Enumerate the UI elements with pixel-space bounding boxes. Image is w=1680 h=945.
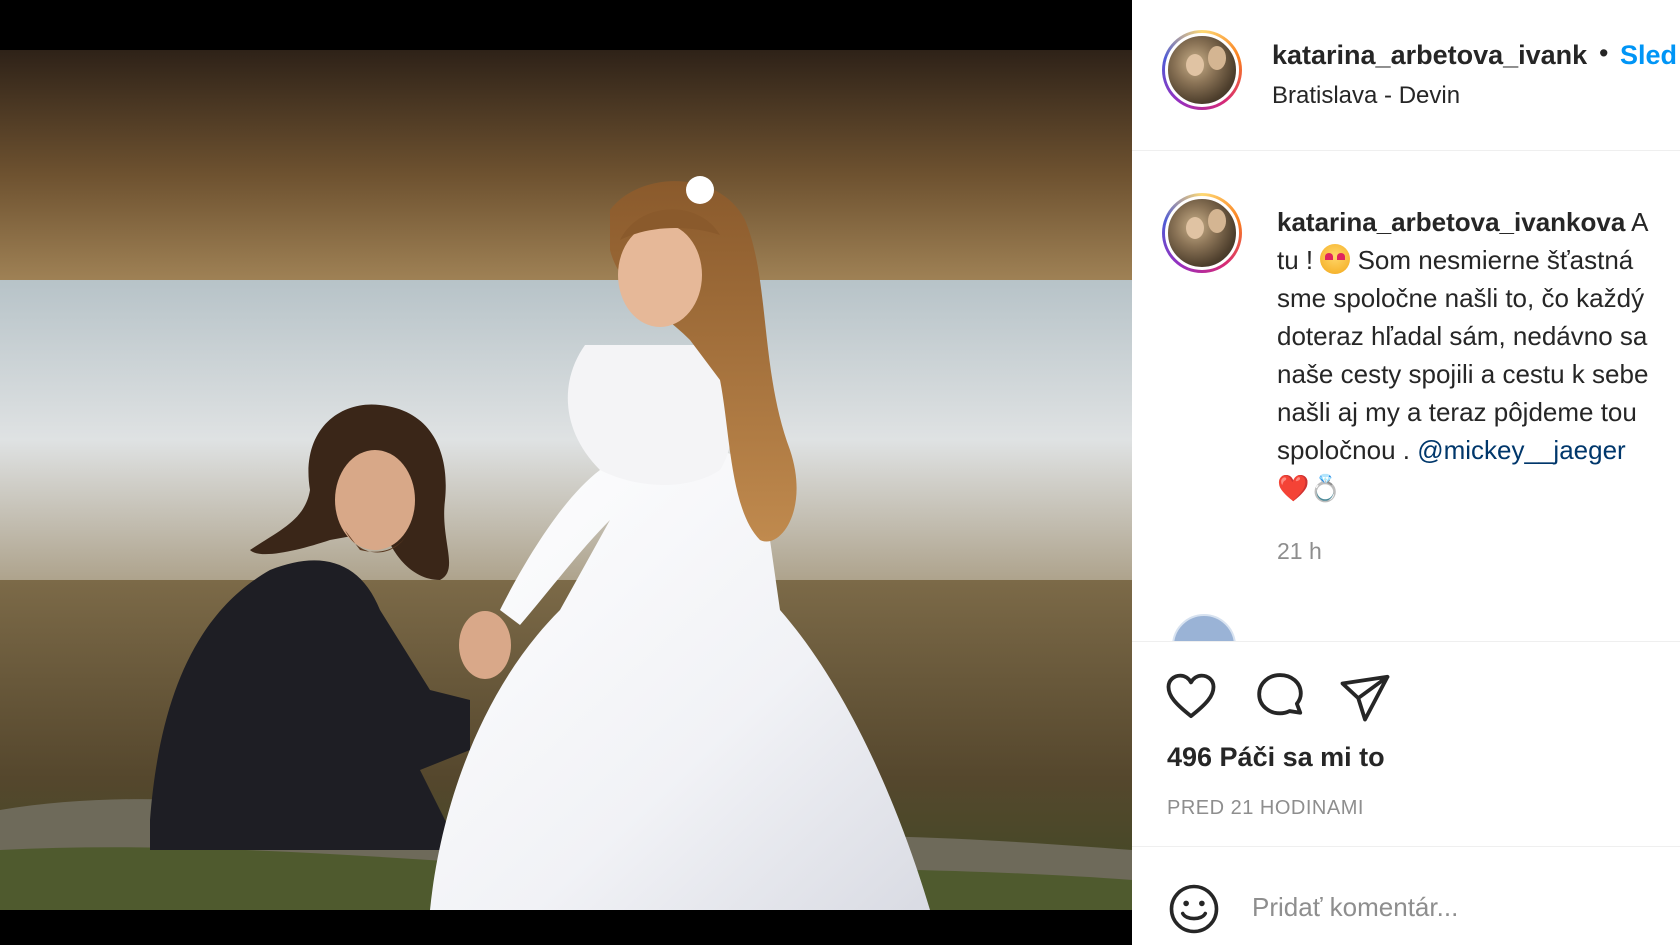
post-location[interactable]: Bratislava - Devin (1272, 82, 1460, 110)
caption-line-3: sme spoločne našli to, čo každý (1277, 283, 1645, 313)
wedding-photo-illustration (0, 50, 1132, 910)
author-username[interactable]: katarina_arbetova_ivank (1272, 40, 1597, 71)
caption-line-2: tu ! Som nesmierne šťastná (1277, 241, 1680, 279)
caption-text: tu ! (1277, 245, 1321, 275)
caption-line-1: katarina_arbetova_ivankova A (1277, 203, 1680, 241)
avatar-image (1165, 33, 1239, 107)
post-photo-pane (0, 0, 1132, 945)
paper-plane-icon[interactable] (1338, 670, 1392, 724)
caption-username[interactable]: katarina_arbetova_ivankova (1277, 207, 1625, 237)
next-comment-avatar[interactable] (1172, 614, 1236, 641)
caption-line-4: doteraz hľadal sám, nedávno sa (1277, 321, 1648, 351)
caption-line-7: spoločnou . @mickey__jaeger (1277, 431, 1680, 469)
caption-text: A (1625, 207, 1649, 237)
post-actions: 496 Páči sa mi to PRED 21 HODINAMI (1132, 641, 1680, 847)
author-avatar[interactable] (1162, 30, 1242, 110)
likes-count[interactable]: 496 Páči sa mi to (1167, 742, 1385, 773)
comments-section[interactable]: katarina_arbetova_ivankova A tu ! Som ne… (1132, 151, 1680, 641)
follow-button[interactable]: Sled (1620, 40, 1677, 71)
heart-icon[interactable] (1164, 670, 1218, 724)
caption-line-5: naše cesty spojili a cestu k sebe (1277, 359, 1649, 389)
mention-link[interactable]: @mickey__jaeger (1417, 435, 1625, 465)
post-timestamp[interactable]: PRED 21 HODINAMI (1167, 797, 1364, 820)
smiling-face-with-hearts-emoji-icon (1320, 244, 1351, 274)
caption-text: Som nesmierne šťastná (1350, 245, 1634, 275)
smiley-icon[interactable] (1167, 882, 1221, 936)
post-photo[interactable] (0, 50, 1132, 910)
caption-avatar[interactable] (1162, 193, 1242, 273)
post-side-panel: katarina_arbetova_ivank • Sled Bratislav… (1132, 0, 1680, 945)
add-comment-bar (1132, 846, 1680, 945)
post-header: katarina_arbetova_ivank • Sled Bratislav… (1132, 0, 1680, 151)
speech-bubble-icon[interactable] (1253, 670, 1307, 724)
avatar-image (1165, 196, 1239, 270)
caption-line-6: našli aj my a teraz pôjdeme tou (1277, 397, 1637, 427)
caption-text: spoločnou . (1277, 435, 1418, 465)
caption-line-8: ❤️💍 (1277, 473, 1342, 503)
comment-input[interactable] (1252, 887, 1652, 927)
separator-dot: • (1599, 38, 1609, 68)
caption-time[interactable]: 21 h (1277, 538, 1322, 565)
post-caption: katarina_arbetova_ivankova A tu ! Som ne… (1277, 203, 1680, 507)
